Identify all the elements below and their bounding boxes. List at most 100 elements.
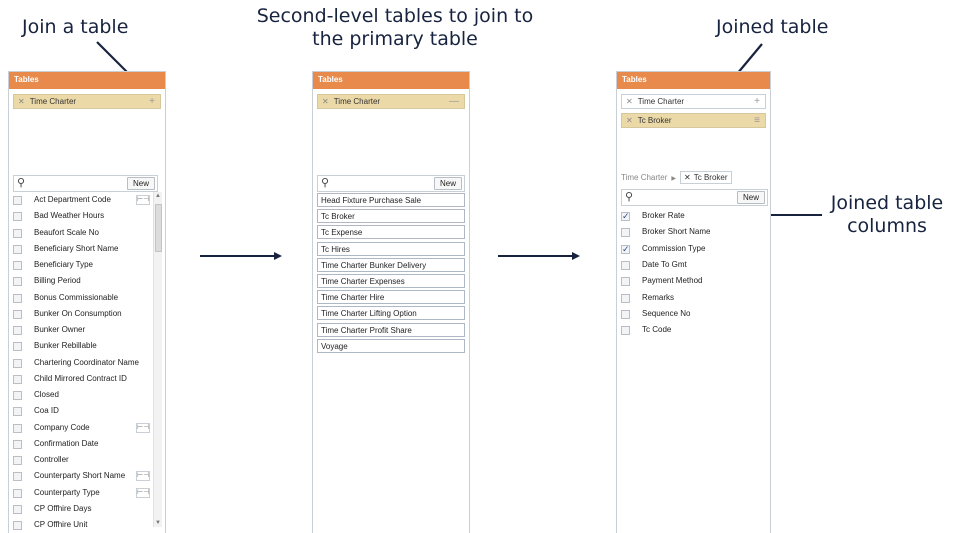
table-item[interactable]: Tc Expense <box>317 225 465 240</box>
checkbox[interactable] <box>621 326 630 336</box>
checkbox[interactable] <box>13 504 22 514</box>
close-icon[interactable]: ✕ <box>322 97 329 106</box>
table-chip-time-charter[interactable]: ✕ Time Charter + <box>13 94 161 109</box>
checkbox[interactable] <box>13 277 22 287</box>
column-row[interactable]: Chartering Coordinator Name <box>13 355 151 371</box>
column-row[interactable]: Remarks <box>621 290 761 306</box>
table-chip-time-charter[interactable]: ✕ Time Charter + <box>621 94 766 109</box>
column-row[interactable]: Beaufort Scale No <box>13 225 151 241</box>
close-icon[interactable]: ✕ <box>626 97 633 106</box>
checkbox[interactable] <box>13 456 22 465</box>
checkbox[interactable] <box>13 212 22 222</box>
new-button[interactable]: New <box>127 177 155 190</box>
checkbox[interactable] <box>13 228 22 238</box>
checkbox[interactable] <box>13 391 22 400</box>
column-row[interactable]: Company Code ⊢⊣ <box>13 420 151 436</box>
new-button[interactable]: New <box>434 177 462 190</box>
column-row[interactable]: Bunker Owner <box>13 322 151 338</box>
column-row[interactable]: Beneficiary Short Name <box>13 241 151 257</box>
scroll-down-icon[interactable]: ▼ <box>155 520 161 526</box>
checkbox[interactable] <box>13 293 22 303</box>
column-row[interactable]: Bunker Rebillable <box>13 338 151 354</box>
table-item[interactable]: Head Fixture Purchase Sale <box>317 193 465 207</box>
minus-icon[interactable]: — <box>449 96 459 107</box>
table-chip-time-charter[interactable]: ✕ Time Charter — <box>317 94 465 109</box>
column-label: Chartering Coordinator Name <box>34 357 139 367</box>
breadcrumb-current-label: Tc Broker <box>693 173 728 182</box>
table-item[interactable]: Time Charter Profit Share <box>317 322 465 337</box>
column-row[interactable]: Broker Short Name <box>621 224 761 240</box>
plus-icon[interactable]: + <box>754 96 760 107</box>
column-row[interactable]: Confirmation Date <box>13 436 151 452</box>
column-row[interactable]: Counterparty Short Name ⊢⊣ <box>13 468 151 484</box>
scroll-thumb[interactable] <box>155 204 162 252</box>
checkbox[interactable] <box>13 407 22 417</box>
table-item[interactable]: Time Charter Hire <box>317 290 465 305</box>
column-row[interactable]: Controller <box>13 452 151 468</box>
checkbox[interactable] <box>13 488 22 498</box>
search-field[interactable]: ⚲ New <box>621 189 768 206</box>
close-icon[interactable]: ✕ <box>18 97 25 106</box>
search-field[interactable]: ⚲ New <box>317 175 465 192</box>
column-row[interactable]: Coa ID <box>13 403 151 419</box>
checkbox[interactable] <box>13 261 22 270</box>
column-row[interactable]: Bad Weather Hours <box>13 208 151 224</box>
checkbox[interactable] <box>621 277 630 287</box>
checkbox[interactable] <box>13 439 22 449</box>
column-row[interactable]: Beneficiary Type <box>13 257 151 273</box>
checkbox[interactable] <box>621 260 630 270</box>
column-label: Counterparty Short Name <box>34 471 126 481</box>
table-chip-tc-broker[interactable]: ✕ Tc Broker ≡ <box>621 113 766 128</box>
table-item[interactable]: Tc Hires <box>317 241 465 256</box>
new-button[interactable]: New <box>737 191 765 204</box>
breadcrumb-current[interactable]: ✕ Tc Broker <box>680 171 732 184</box>
column-row[interactable]: CP Offhire Unit <box>13 517 151 533</box>
menu-icon[interactable]: ≡ <box>754 115 760 126</box>
checkbox[interactable] <box>13 423 22 433</box>
column-row[interactable]: Closed <box>13 387 151 403</box>
checkbox[interactable] <box>13 326 22 335</box>
plus-icon[interactable]: + <box>149 96 155 107</box>
join-icon[interactable]: ⊢⊣ <box>136 487 150 498</box>
checkbox[interactable] <box>621 309 630 319</box>
column-row[interactable]: Bunker On Consumption <box>13 306 151 322</box>
join-icon[interactable]: ⊢⊣ <box>136 471 150 482</box>
column-row[interactable]: Counterparty Type ⊢⊣ <box>13 485 151 501</box>
column-row[interactable]: Date To Gmt <box>621 257 761 273</box>
column-row[interactable]: Bonus Commissionable <box>13 290 151 306</box>
checkbox[interactable] <box>13 196 22 205</box>
column-row[interactable]: Act Department Code ⊢⊣ <box>13 192 151 208</box>
join-icon[interactable]: ⊢⊣ <box>136 195 150 205</box>
checkbox[interactable] <box>13 472 22 482</box>
table-item[interactable]: Time Charter Expenses <box>317 274 465 288</box>
scrollbar[interactable]: ▲ ▼ <box>153 192 162 527</box>
column-row[interactable]: Tc Code <box>621 322 761 338</box>
checkbox[interactable] <box>13 244 22 254</box>
column-row[interactable]: Broker Rate <box>621 208 761 225</box>
scroll-up-icon[interactable]: ▲ <box>155 193 161 199</box>
close-icon[interactable]: ✕ <box>684 173 691 182</box>
checkbox[interactable] <box>621 209 630 225</box>
breadcrumb-root[interactable]: Time Charter <box>621 173 667 182</box>
table-item[interactable]: Tc Broker <box>317 209 465 224</box>
checkbox[interactable] <box>13 374 22 384</box>
table-item[interactable]: Voyage <box>317 338 465 353</box>
checkbox[interactable] <box>13 358 22 368</box>
column-row[interactable]: Commission Type <box>621 241 761 258</box>
column-row[interactable]: Payment Method <box>621 273 761 289</box>
join-icon[interactable]: ⊢⊣ <box>136 422 150 433</box>
column-row[interactable]: Sequence No <box>621 306 761 322</box>
table-item[interactable]: Time Charter Lifting Option <box>317 306 465 321</box>
close-icon[interactable]: ✕ <box>626 116 633 125</box>
column-row[interactable]: CP Offhire Days <box>13 501 151 517</box>
search-field[interactable]: ⚲ New <box>13 175 158 192</box>
checkbox[interactable] <box>13 521 22 530</box>
column-row[interactable]: Child Mirrored Contract ID <box>13 371 151 387</box>
table-item[interactable]: Time Charter Bunker Delivery <box>317 257 465 272</box>
checkbox[interactable] <box>621 242 630 258</box>
checkbox[interactable] <box>621 228 630 238</box>
column-row[interactable]: Billing Period <box>13 273 151 289</box>
checkbox[interactable] <box>13 309 22 319</box>
checkbox[interactable] <box>621 293 630 303</box>
checkbox[interactable] <box>13 342 22 352</box>
